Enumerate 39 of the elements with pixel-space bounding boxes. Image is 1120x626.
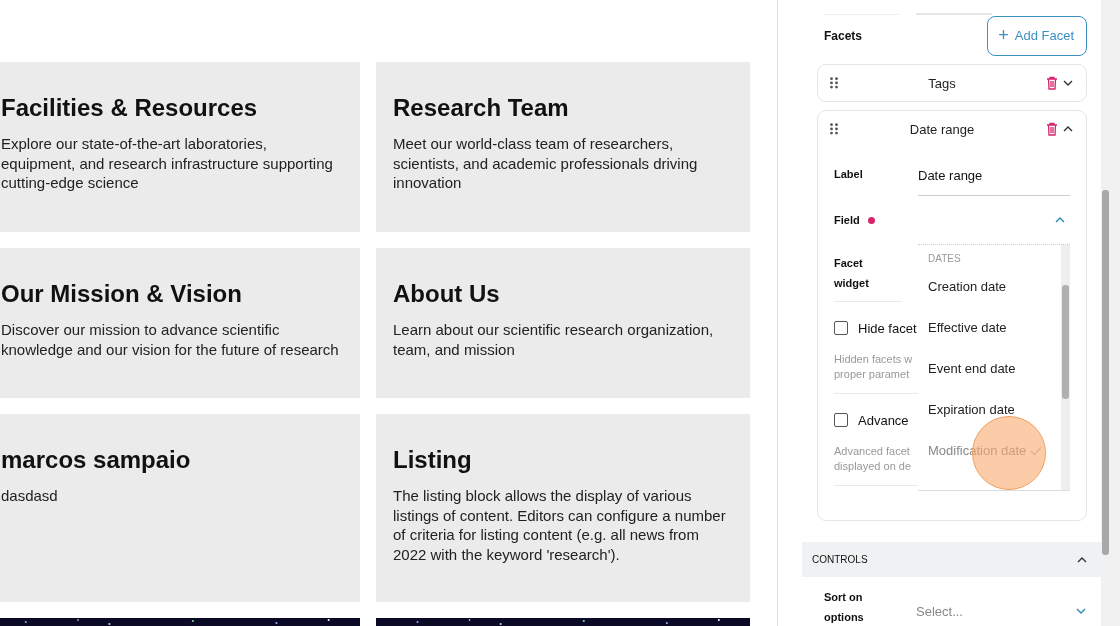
scrollbar[interactable] bbox=[1101, 0, 1120, 626]
trash-icon[interactable] bbox=[1046, 122, 1058, 136]
facet-title[interactable]: Date range bbox=[838, 121, 1046, 137]
card-description: Explore our state-of-the-art laboratories, equipment, and research infrastructure supporting cutting-edge science bbox=[1, 134, 334, 193]
checkbox-label: Advance bbox=[858, 412, 909, 428]
card-title[interactable]: Listing bbox=[393, 446, 734, 474]
checkbox[interactable] bbox=[834, 321, 848, 335]
card-description: Meet our world-class team of researchers, scientists, and academic professionals driving innovation bbox=[393, 134, 699, 193]
label-input-field[interactable]: Date range bbox=[918, 151, 1070, 196]
card-description: dasdasd bbox=[1, 486, 59, 506]
group-heading: DATES bbox=[928, 253, 962, 266]
trash-icon[interactable] bbox=[1046, 76, 1058, 90]
add-facet-button[interactable]: + Add Facet bbox=[987, 15, 1087, 56]
checkbox-label: Hide facet bbox=[858, 320, 917, 336]
facet-widget-caption: Facet widget bbox=[834, 255, 870, 291]
facets-label: Facets bbox=[824, 28, 863, 43]
card-title[interactable]: Research Team bbox=[393, 94, 734, 122]
drag-handle-icon[interactable] bbox=[830, 77, 838, 89]
help-text: Hidden facets w bbox=[834, 352, 914, 367]
help-text: displayed on de bbox=[834, 458, 913, 473]
scrollbar[interactable] bbox=[1061, 245, 1070, 490]
check-icon bbox=[1030, 446, 1043, 456]
help-text: proper paramet bbox=[834, 366, 911, 381]
card-description: Learn about our scientific research organization, team, and mission bbox=[393, 320, 715, 359]
card-title[interactable]: Facilities & Resources bbox=[1, 94, 344, 122]
help-text: Advanced facet bbox=[834, 444, 911, 459]
card-description: The listing block allows the display of various listings of content. Editors can configure a number of criteria for listing content (e.g. all news from 2022 with the keyword 'research'). bbox=[393, 486, 727, 564]
sort-select[interactable]: Select... bbox=[904, 595, 1087, 619]
card-title[interactable]: marcos sampaio bbox=[1, 446, 344, 474]
facet-title[interactable]: Tags bbox=[838, 75, 1046, 91]
checkbox[interactable] bbox=[834, 413, 848, 427]
sort-caption: Sort on options bbox=[824, 590, 865, 625]
card-title[interactable]: Our Mission & Vision bbox=[1, 280, 344, 308]
card-title[interactable]: About Us bbox=[393, 280, 734, 308]
label-caption: Label bbox=[834, 166, 864, 182]
section-heading[interactable]: CONTROLS bbox=[812, 554, 868, 565]
drag-handle-icon[interactable] bbox=[830, 123, 838, 135]
card-description: Discover our mission to advance scientific knowledge and our vision for the future of research bbox=[1, 320, 340, 359]
field-caption: Field bbox=[834, 213, 861, 228]
